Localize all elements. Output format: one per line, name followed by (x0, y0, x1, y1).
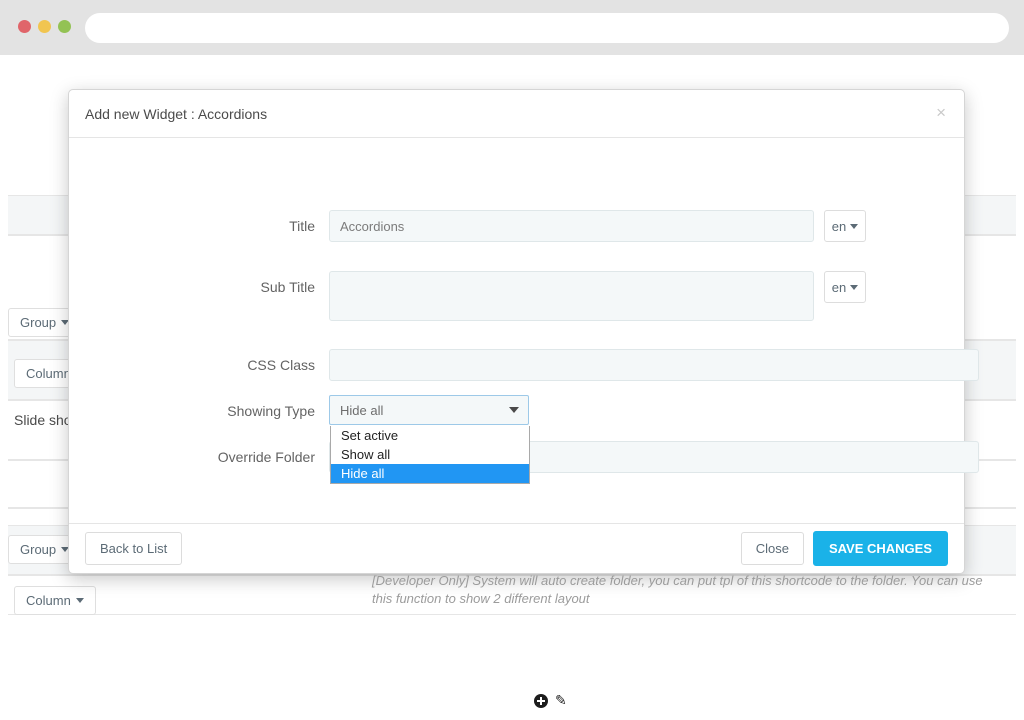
sub-title-input[interactable] (329, 271, 814, 321)
title-language-dropdown[interactable]: en (824, 210, 866, 242)
app-screen: Group Column Slide sho Group Column ✎ Ad… (0, 0, 1024, 720)
form-row-override-folder: Override Folder (99, 441, 979, 473)
group-dropdown-label: Group (20, 315, 57, 330)
title-language-label: en (831, 218, 847, 234)
showing-type-select[interactable]: Hide all Set active Show all Hide all (329, 395, 530, 484)
browser-chrome (0, 0, 1024, 55)
edit-pencil-icon[interactable]: ✎ (555, 693, 567, 707)
override-folder-help-text: [Developer Only] System will auto create… (372, 573, 983, 606)
chevron-down-icon (850, 223, 859, 229)
maximize-window-dot[interactable] (58, 20, 71, 33)
option-show-all[interactable]: Show all (331, 445, 529, 464)
modal-footer: Back to List Close SAVE CHANGES (69, 523, 964, 573)
add-widget-modal: Add new Widget : Accordions × Title en S… (68, 89, 983, 606)
window-controls (18, 20, 71, 33)
minimize-window-dot[interactable] (38, 20, 51, 33)
form-row-title: Title en (99, 210, 866, 242)
close-button[interactable]: Close (740, 532, 804, 565)
chevron-down-icon (509, 407, 519, 413)
css-class-label: CSS Class (247, 357, 315, 373)
save-changes-button[interactable]: SAVE CHANGES (812, 531, 948, 566)
close-window-dot[interactable] (18, 20, 31, 33)
column-dropdown-2[interactable]: Column (14, 586, 96, 615)
form-row-showing-type: Showing Type Hide all Set active Show al… (99, 395, 530, 484)
showing-type-value: Hide all (340, 402, 384, 418)
modal-body: Title en Sub Title en CSS Class (69, 138, 983, 606)
option-set-active[interactable]: Set active (331, 426, 529, 445)
form-row-sub-title: Sub Title en (99, 271, 866, 321)
column-dropdown-label: Column (26, 593, 71, 608)
modal-title: Add new Widget : Accordions (85, 105, 268, 122)
showing-type-label: Showing Type (227, 403, 315, 419)
footer-actions: Close SAVE CHANGES (740, 531, 948, 566)
form-row-css-class: CSS Class (99, 349, 979, 381)
add-circle-icon[interactable] (534, 694, 548, 708)
chevron-down-icon (75, 598, 84, 603)
sub-title-language-dropdown[interactable]: en (824, 271, 866, 303)
sub-title-label: Sub Title (260, 279, 315, 295)
override-folder-label: Override Folder (217, 449, 315, 465)
chevron-down-icon (850, 284, 859, 290)
title-label: Title (289, 218, 315, 234)
close-icon[interactable]: × (932, 102, 950, 123)
slide-show-label: Slide sho (14, 412, 72, 428)
sub-title-language-label: en (831, 279, 847, 295)
showing-type-options-list: Set active Show all Hide all (330, 426, 530, 484)
address-bar[interactable] (85, 13, 1009, 43)
back-to-list-button[interactable]: Back to List (85, 532, 183, 565)
page-action-icons: ✎ (534, 693, 567, 708)
css-class-input[interactable] (329, 349, 979, 381)
modal-header: Add new Widget : Accordions × (69, 90, 964, 138)
option-hide-all[interactable]: Hide all (331, 464, 529, 483)
title-input[interactable] (329, 210, 814, 242)
column-dropdown-label: Column (26, 366, 71, 381)
group-dropdown-label: Group (20, 542, 57, 557)
